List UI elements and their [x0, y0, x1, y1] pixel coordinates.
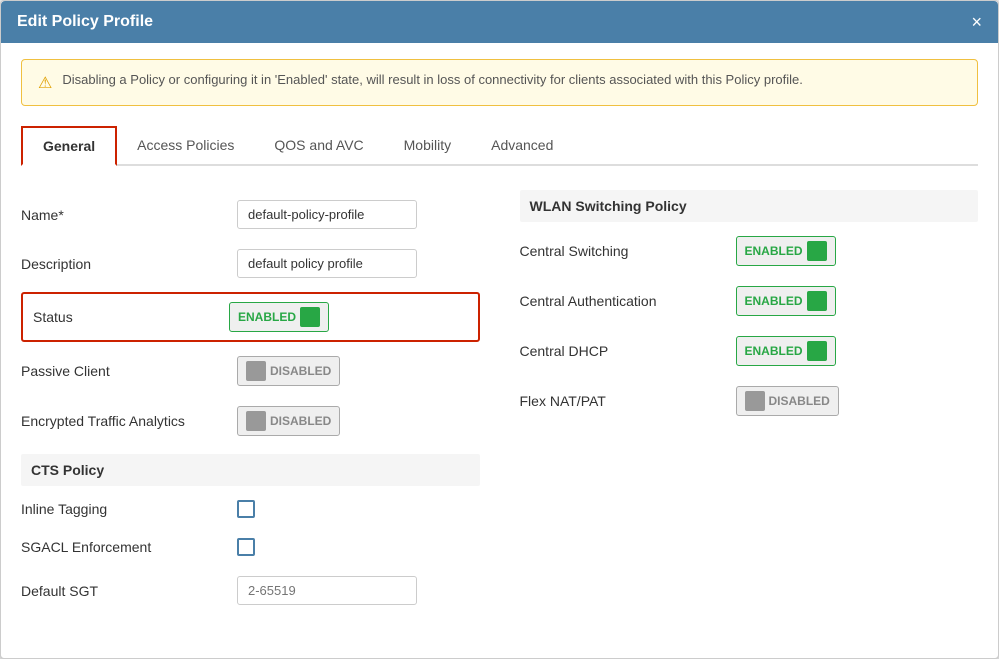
passive-client-value: DISABLED	[270, 364, 331, 378]
description-label: Description	[21, 256, 221, 272]
flex-nat-indicator	[745, 391, 765, 411]
central-dhcp-row: Central DHCP ENABLED	[520, 326, 979, 376]
default-sgt-label: Default SGT	[21, 583, 221, 599]
tab-general[interactable]: General	[21, 126, 117, 166]
status-row: Status ENABLED	[21, 292, 480, 342]
cts-policy-section-header: CTS Policy	[21, 454, 480, 486]
description-row: Description	[21, 239, 480, 288]
inline-tagging-label: Inline Tagging	[21, 501, 221, 517]
tab-bar: General Access Policies QOS and AVC Mobi…	[21, 126, 978, 166]
central-switching-row: Central Switching ENABLED	[520, 226, 979, 276]
flex-nat-label: Flex NAT/PAT	[520, 393, 720, 409]
modal-title: Edit Policy Profile	[17, 13, 153, 31]
central-switching-label: Central Switching	[520, 243, 720, 259]
name-input[interactable]	[237, 200, 417, 229]
warning-banner: ⚠ Disabling a Policy or configuring it i…	[21, 59, 978, 106]
default-sgt-input[interactable]	[237, 576, 417, 605]
central-dhcp-value: ENABLED	[745, 344, 803, 358]
central-auth-value: ENABLED	[745, 294, 803, 308]
wlan-section-title: WLAN Switching Policy	[520, 190, 979, 222]
central-dhcp-label: Central DHCP	[520, 343, 720, 359]
central-switching-toggle[interactable]: ENABLED	[736, 236, 836, 266]
default-sgt-row: Default SGT	[21, 566, 480, 615]
flex-nat-toggle[interactable]: DISABLED	[736, 386, 839, 416]
tab-advanced[interactable]: Advanced	[471, 126, 573, 166]
status-value: ENABLED	[238, 310, 296, 324]
central-auth-indicator	[807, 291, 827, 311]
name-row: Name*	[21, 190, 480, 239]
flex-nat-value: DISABLED	[769, 394, 830, 408]
central-dhcp-toggle[interactable]: ENABLED	[736, 336, 836, 366]
content-grid: Name* Description Status ENABLED	[21, 190, 978, 615]
name-label: Name*	[21, 207, 221, 223]
status-label: Status	[33, 309, 213, 325]
encrypted-traffic-row: Encrypted Traffic Analytics DISABLED	[21, 396, 480, 446]
sgacl-enforcement-row: SGACL Enforcement	[21, 528, 480, 566]
central-auth-toggle[interactable]: ENABLED	[736, 286, 836, 316]
passive-client-label: Passive Client	[21, 363, 221, 379]
left-column: Name* Description Status ENABLED	[21, 190, 480, 615]
sgacl-enforcement-label: SGACL Enforcement	[21, 539, 221, 555]
central-auth-label: Central Authentication	[520, 293, 720, 309]
sgacl-enforcement-checkbox[interactable]	[237, 538, 255, 556]
warning-text: Disabling a Policy or configuring it in …	[62, 72, 803, 87]
warning-icon: ⚠	[38, 73, 52, 93]
inline-tagging-checkbox[interactable]	[237, 500, 255, 518]
flex-nat-row: Flex NAT/PAT DISABLED	[520, 376, 979, 426]
modal-body: ⚠ Disabling a Policy or configuring it i…	[1, 43, 998, 658]
status-toggle[interactable]: ENABLED	[229, 302, 329, 332]
passive-client-row: Passive Client DISABLED	[21, 346, 480, 396]
right-column: WLAN Switching Policy Central Switching …	[520, 190, 979, 615]
tab-access-policies[interactable]: Access Policies	[117, 126, 254, 166]
encrypted-traffic-label: Encrypted Traffic Analytics	[21, 413, 221, 429]
passive-client-indicator	[246, 361, 266, 381]
central-switching-indicator	[807, 241, 827, 261]
central-auth-row: Central Authentication ENABLED	[520, 276, 979, 326]
encrypted-traffic-value: DISABLED	[270, 414, 331, 428]
modal-close-button[interactable]: ×	[971, 13, 982, 31]
description-input[interactable]	[237, 249, 417, 278]
inline-tagging-row: Inline Tagging	[21, 490, 480, 528]
central-switching-value: ENABLED	[745, 244, 803, 258]
central-dhcp-indicator	[807, 341, 827, 361]
tab-mobility[interactable]: Mobility	[384, 126, 471, 166]
status-toggle-indicator	[300, 307, 320, 327]
modal-header: Edit Policy Profile ×	[1, 1, 998, 43]
encrypted-traffic-indicator	[246, 411, 266, 431]
edit-policy-profile-modal: Edit Policy Profile × ⚠ Disabling a Poli…	[0, 0, 999, 659]
encrypted-traffic-toggle[interactable]: DISABLED	[237, 406, 340, 436]
tab-qos-avc[interactable]: QOS and AVC	[254, 126, 383, 166]
passive-client-toggle[interactable]: DISABLED	[237, 356, 340, 386]
